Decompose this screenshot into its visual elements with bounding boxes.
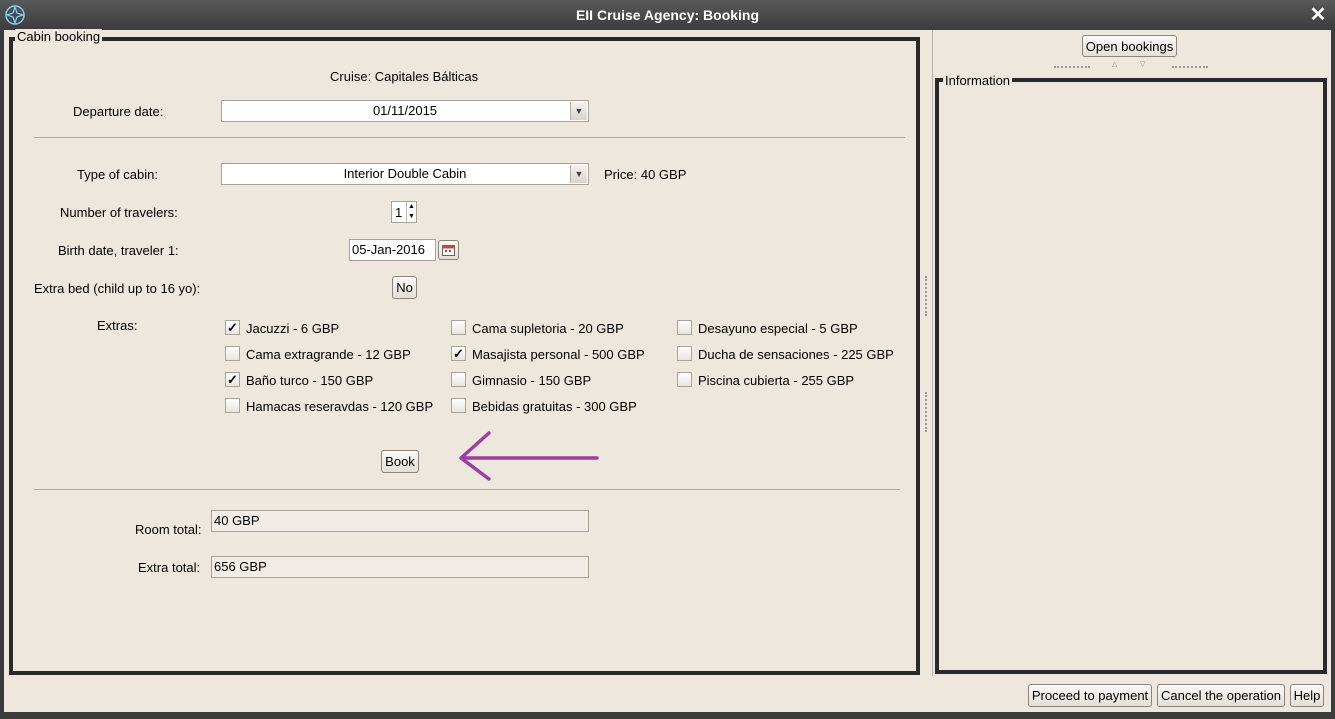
separator	[34, 489, 900, 490]
information-label: Information	[943, 73, 1013, 88]
splitter-grip[interactable]	[925, 392, 928, 432]
open-bookings-button[interactable]: Open bookings	[1082, 35, 1177, 57]
birth-date-field[interactable]: 05-Jan-2016	[349, 239, 436, 261]
extra-label: Cama extragrande - 12 GBP	[246, 347, 411, 362]
cabin-type-value: Interior Double Cabin	[343, 166, 467, 181]
extra-bed-toggle[interactable]: No	[392, 276, 417, 299]
room-total-field: 40 GBP	[211, 510, 589, 532]
calendar-icon	[442, 245, 455, 256]
departure-date-label: Departure date:	[73, 104, 164, 119]
extra-checkbox[interactable]	[677, 346, 692, 361]
chevron-down-icon[interactable]: ▼	[570, 102, 587, 120]
extra-checkbox[interactable]	[677, 320, 692, 335]
travelers-value: 1	[395, 205, 403, 220]
extra-label: Baño turco - 150 GBP	[246, 373, 374, 388]
extra-checkbox[interactable]	[225, 398, 240, 413]
birth-date-value: 05-Jan-2016	[352, 242, 425, 257]
departure-date-value: 01/11/2015	[372, 103, 438, 118]
extra-label: Hamacas reseravdas - 120 GBP	[246, 399, 434, 414]
cancel-operation-button[interactable]: Cancel the operation	[1157, 684, 1285, 707]
room-total-value: 40 GBP	[214, 513, 260, 528]
extra-label: Ducha de sensaciones - 225 GBP	[698, 347, 894, 362]
collapse-up-icon[interactable]: △	[1112, 60, 1117, 68]
extra-total-value: 656 GBP	[214, 559, 267, 574]
extra-checkbox[interactable]	[451, 320, 466, 335]
book-button[interactable]: Book	[381, 450, 419, 473]
extra-label: Cama supletoria - 20 GBP	[472, 321, 624, 336]
extra-checkbox[interactable]	[677, 372, 692, 387]
travelers-spinner[interactable]: 1 ▲ ▼	[391, 201, 417, 223]
extra-label: Masajista personal - 500 GBP	[472, 347, 645, 362]
extras-label: Extras:	[97, 318, 138, 333]
cabin-type-label: Type of cabin:	[77, 167, 158, 182]
splitter-grip[interactable]	[1054, 66, 1090, 68]
calendar-button[interactable]	[438, 240, 459, 260]
extra-checkbox[interactable]	[451, 372, 466, 387]
title-bar: EII Cruise Agency: Booking ✕	[0, 0, 1335, 30]
cabin-price: Price: 40 GBP	[604, 167, 687, 182]
extra-total-label: Extra total:	[138, 560, 201, 575]
cabin-booking-group-label: Cabin booking	[15, 29, 103, 44]
extra-total-field: 656 GBP	[211, 556, 589, 578]
extra-label: Jacuzzi - 6 GBP	[246, 321, 340, 336]
cabin-type-select[interactable]: Interior Double Cabin ▼	[221, 163, 589, 185]
spinner-up-icon[interactable]: ▲	[406, 202, 416, 212]
extra-label: Piscina cubierta - 255 GBP	[698, 373, 855, 388]
extra-bed-label: Extra bed (child up to 16 yo):	[34, 281, 201, 296]
chevron-down-icon[interactable]: ▼	[570, 165, 587, 183]
room-total-label: Room total:	[135, 522, 202, 537]
extra-checkbox[interactable]: ✓	[225, 320, 240, 335]
birth-date-label: Birth date, traveler 1:	[58, 243, 179, 258]
information-box	[935, 78, 1327, 674]
spinner-down-icon[interactable]: ▼	[406, 212, 416, 222]
extra-checkbox[interactable]	[451, 398, 466, 413]
extra-checkbox[interactable]	[225, 346, 240, 361]
extra-label: Gimnasio - 150 GBP	[472, 373, 592, 388]
close-icon[interactable]: ✕	[1307, 4, 1329, 26]
annotation-arrow	[459, 431, 599, 481]
separator	[34, 137, 905, 138]
splitter-grip[interactable]	[1172, 66, 1208, 68]
travelers-label: Number of travelers:	[60, 205, 178, 220]
extra-label: Desayuno especial - 5 GBP	[698, 321, 858, 336]
window-title: EII Cruise Agency: Booking	[575, 7, 760, 23]
cruise-name: Cruise: Capitales Bálticas	[330, 69, 479, 84]
extra-checkbox[interactable]: ✓	[225, 372, 240, 387]
extra-label: Bebidas gratuitas - 300 GBP	[472, 399, 637, 414]
splitter-grip[interactable]	[925, 276, 928, 316]
departure-date-select[interactable]: 01/11/2015 ▼	[221, 100, 589, 122]
proceed-payment-button[interactable]: Proceed to payment	[1028, 684, 1152, 707]
help-button[interactable]: Help	[1290, 684, 1324, 707]
collapse-down-icon[interactable]: ▽	[1140, 60, 1145, 68]
extra-checkbox[interactable]: ✓	[451, 346, 466, 361]
app-logo-icon	[5, 5, 25, 25]
